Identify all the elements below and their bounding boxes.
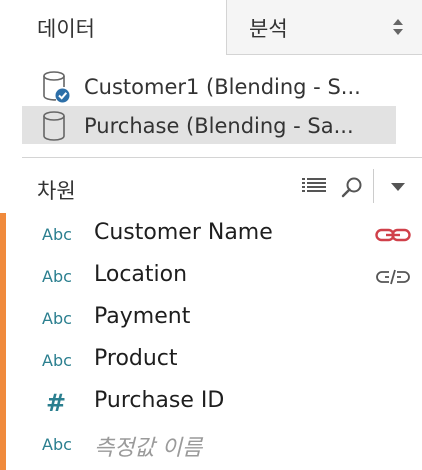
link-broken-icon[interactable]: [375, 268, 411, 286]
database-icon: [43, 111, 65, 141]
data-source-purchase[interactable]: Purchase (Blending - Sa...: [22, 106, 396, 144]
header-separator: [373, 169, 374, 203]
field-row[interactable]: Abc Payment: [0, 297, 422, 339]
field-name: 측정값 이름: [94, 436, 203, 461]
section-divider: [22, 157, 422, 158]
string-type-icon: Abc: [42, 267, 72, 286]
data-source-customer1[interactable]: Customer1 (Blending - S...: [22, 67, 396, 105]
search-icon[interactable]: [341, 176, 363, 198]
field-name: Product: [94, 346, 178, 371]
field-name: Purchase ID: [94, 388, 225, 413]
pane-tabs: 데이터 분석: [0, 0, 422, 55]
tab-data[interactable]: 데이터: [0, 0, 227, 55]
string-type-icon: Abc: [42, 225, 72, 244]
number-type-icon: #: [46, 389, 67, 417]
field-row[interactable]: Abc Customer Name: [0, 213, 422, 255]
database-check-icon: [43, 71, 70, 103]
string-type-icon: Abc: [42, 309, 72, 328]
field-row[interactable]: Abc Location: [0, 255, 422, 297]
data-source-label: Purchase (Blending - Sa...: [84, 114, 354, 138]
sort-arrows-icon[interactable]: [392, 18, 404, 36]
data-source-label: Customer1 (Blending - S...: [84, 75, 361, 99]
data-pane: 데이터 분석 Customer1 (Blending - S... Purcha…: [0, 0, 422, 470]
chevron-down-icon[interactable]: [390, 182, 406, 192]
field-name: Payment: [94, 304, 191, 329]
link-active-icon[interactable]: [375, 226, 411, 244]
string-type-icon: Abc: [42, 351, 72, 370]
list-view-icon[interactable]: [302, 176, 326, 196]
string-type-icon: Abc: [42, 435, 72, 454]
tab-analysis[interactable]: 분석: [227, 0, 422, 55]
field-row[interactable]: # Purchase ID: [0, 381, 422, 423]
field-name: Location: [94, 262, 188, 287]
field-row[interactable]: Abc 측정값 이름: [0, 423, 422, 465]
tab-analysis-label: 분석: [249, 17, 288, 41]
tab-data-label: 데이터: [37, 17, 95, 41]
field-name: Customer Name: [94, 220, 273, 245]
dimensions-title: 차원: [37, 179, 76, 203]
dimensions-header: 차원: [0, 160, 422, 210]
field-row[interactable]: Abc Product: [0, 339, 422, 381]
